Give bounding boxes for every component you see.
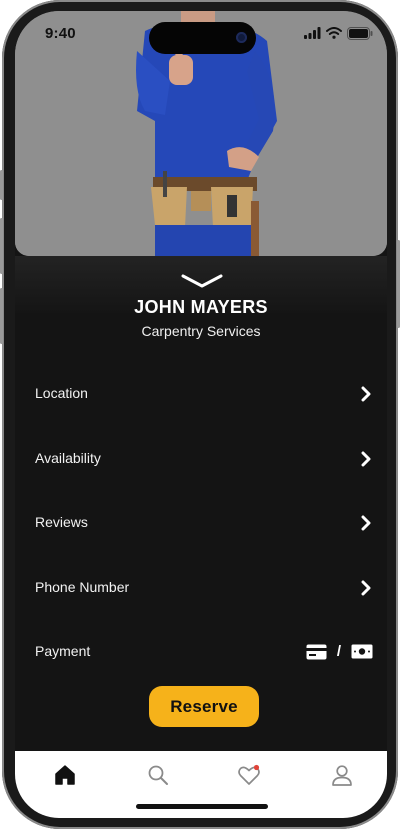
- profile-name: JOHN MAYERS: [134, 297, 268, 317]
- menu-label-payment: Payment: [35, 643, 91, 659]
- credit-card-icon[interactable]: [306, 644, 327, 660]
- chevron-right-icon: [361, 386, 371, 402]
- cash-icon[interactable]: [351, 644, 373, 659]
- wifi-icon: [326, 27, 342, 39]
- menu-label-phone-number: Phone Number: [35, 579, 130, 595]
- menu-label-location: Location: [35, 385, 88, 401]
- notification-dot-icon: [253, 764, 260, 771]
- status-icons: [304, 26, 373, 40]
- menu-row-reviews[interactable]: Reviews: [35, 507, 373, 539]
- chevron-right-icon: [361, 580, 371, 596]
- volume-down-button: [0, 288, 3, 344]
- status-bar: 9:40: [15, 11, 387, 57]
- home-icon[interactable]: [51, 761, 79, 789]
- chevron-right-icon: [361, 451, 371, 467]
- dynamic-island: [149, 22, 256, 54]
- status-time: 9:40: [45, 25, 76, 42]
- phone-frame: 9:40 JOHN MAYERS Carpentry Services Loca…: [0, 0, 400, 829]
- app-screen: 9:40 JOHN MAYERS Carpentry Services Loca…: [15, 11, 387, 818]
- menu-row-availability[interactable]: Availability: [35, 443, 373, 475]
- payment-methods: /: [306, 643, 373, 660]
- user-icon[interactable]: [328, 761, 356, 789]
- menu-row-phone-number[interactable]: Phone Number: [35, 572, 373, 604]
- reserve-button[interactable]: Reserve: [149, 686, 259, 727]
- front-camera-icon: [236, 32, 247, 43]
- battery-icon: [347, 26, 373, 40]
- chevron-right-icon: [361, 515, 371, 531]
- menu-label-availability: Availability: [35, 450, 101, 466]
- menu-row-payment[interactable]: Payment /: [35, 636, 373, 668]
- home-indicator: [136, 804, 268, 809]
- menu-label-reviews: Reviews: [35, 514, 88, 530]
- menu-row-location[interactable]: Location: [35, 378, 373, 410]
- profile-service: Carpentry Services: [141, 323, 261, 339]
- search-icon[interactable]: [144, 761, 172, 789]
- collapse-chevron-icon[interactable]: [181, 273, 223, 289]
- heart-icon[interactable]: [235, 761, 263, 789]
- volume-up-button: [0, 218, 3, 274]
- signal-icon: [304, 27, 321, 39]
- payment-separator: /: [336, 643, 341, 660]
- mute-switch: [0, 170, 3, 200]
